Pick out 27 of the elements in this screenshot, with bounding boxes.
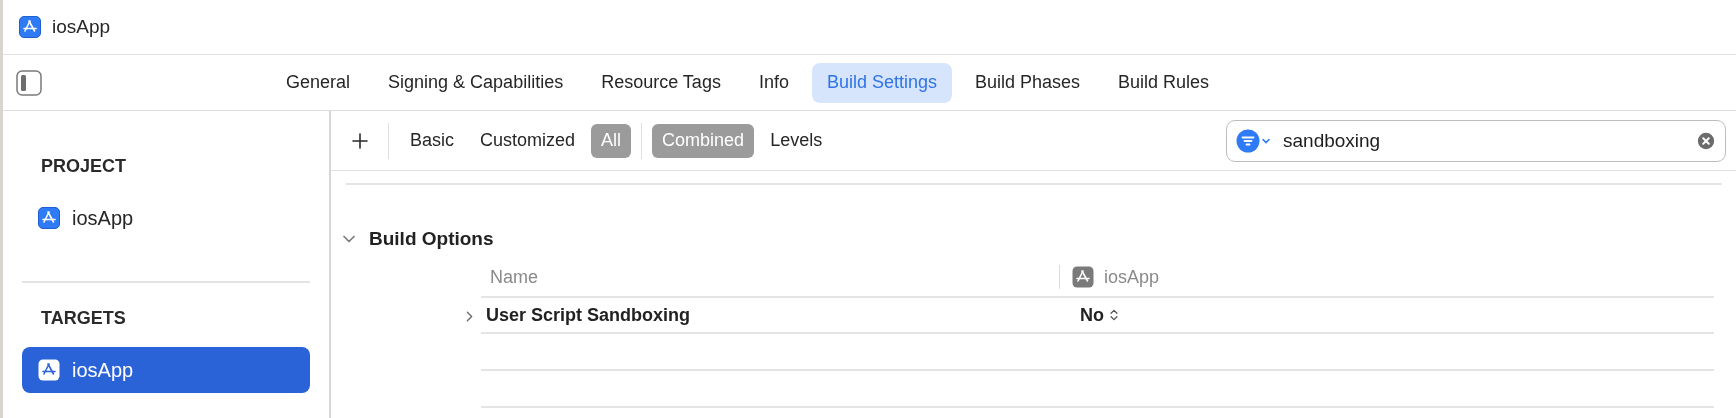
clear-icon[interactable]: [1695, 129, 1717, 152]
tab[interactable]: Build Rules: [1103, 62, 1225, 103]
filter-tab[interactable]: Levels: [760, 123, 833, 158]
search-field[interactable]: sandboxing: [1226, 119, 1726, 162]
column-header: Name: [489, 265, 539, 289]
sidebar-item[interactable]: iosApp: [22, 347, 310, 393]
column-header: iosApp: [1104, 265, 1160, 289]
tab[interactable]: Build Phases: [960, 62, 1096, 103]
window-title: iosApp: [52, 14, 111, 39]
tab[interactable]: Build Settings: [811, 62, 952, 103]
tab[interactable]: Info: [743, 62, 804, 103]
app-icon: [38, 359, 60, 381]
group-title: Build Options: [369, 226, 494, 251]
app-icon: [19, 16, 41, 38]
filter-tab[interactable]: Customized: [470, 123, 586, 158]
tab[interactable]: Resource Tags: [586, 62, 736, 103]
tab[interactable]: General: [271, 62, 366, 103]
app-icon: [1072, 266, 1094, 288]
app-icon: [38, 207, 60, 229]
setting-name: User Script Sandboxing: [485, 303, 692, 327]
tab[interactable]: Signing & Capabilities: [373, 62, 579, 103]
value-popup[interactable]: No: [1080, 301, 1121, 329]
section-heading: PROJECT: [40, 154, 128, 178]
filter-tab[interactable]: Basic: [400, 123, 464, 158]
sidebar-item[interactable]: iosApp: [22, 195, 310, 241]
sidebar-toggle-icon[interactable]: [16, 69, 42, 96]
section-heading: TARGETS: [40, 306, 127, 330]
